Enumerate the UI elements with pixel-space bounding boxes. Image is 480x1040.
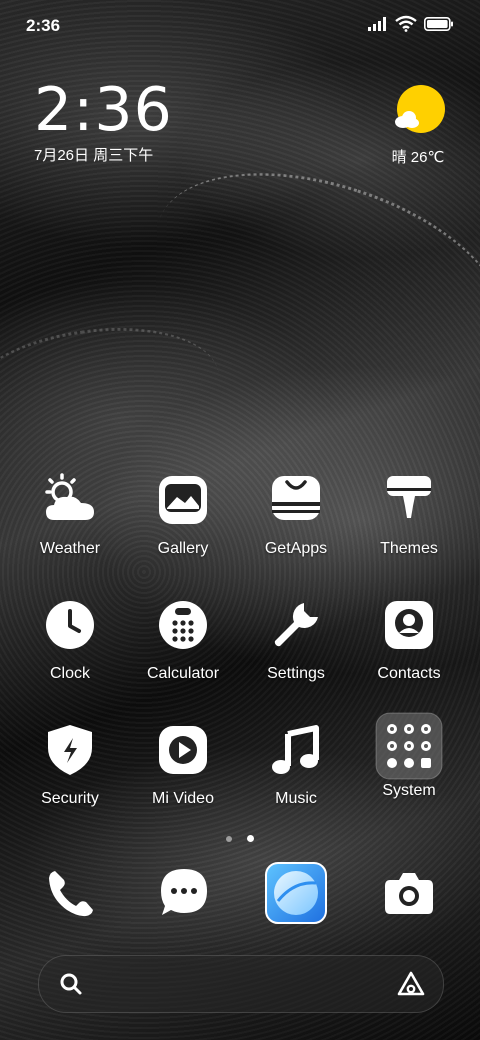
app-label: Weather: [39, 540, 101, 557]
widget-time: 2:36: [34, 75, 173, 145]
battery-icon: [424, 17, 453, 31]
browser-icon: [265, 862, 327, 924]
search-icon[interactable]: [59, 972, 83, 996]
page-indicator[interactable]: [0, 829, 480, 847]
app-label: Security: [41, 790, 99, 807]
app-label: Contacts: [377, 665, 441, 682]
dock-messages[interactable]: [153, 862, 215, 924]
app-label: Music: [275, 790, 317, 807]
assistant-icon[interactable]: [397, 971, 425, 997]
phone-icon: [49, 871, 93, 917]
app-weather[interactable]: Weather: [15, 470, 125, 558]
mi-video-icon: [159, 726, 207, 774]
app-settings[interactable]: Settings: [241, 595, 351, 683]
app-system-folder[interactable]: System: [354, 712, 464, 800]
system-folder-icon: [375, 712, 443, 780]
dock-browser[interactable]: [264, 861, 328, 925]
app-music[interactable]: Music: [241, 720, 351, 808]
app-clock[interactable]: Clock: [15, 595, 125, 683]
clock-icon: [46, 601, 94, 649]
getapps-icon: [272, 476, 320, 520]
home-screen: 2:36 2:36 7月26日 周三下午 晴 26℃ Weather Galle…: [0, 0, 480, 1040]
camera-icon: [385, 873, 433, 914]
app-label: Calculator: [146, 665, 220, 682]
app-contacts[interactable]: Contacts: [354, 595, 464, 683]
dock-phone[interactable]: [40, 862, 102, 924]
themes-icon: [387, 476, 431, 518]
app-getapps[interactable]: GetApps: [241, 470, 351, 558]
weather-text: 晴 26℃: [391, 149, 445, 166]
clock-widget[interactable]: 2:36 7月26日 周三下午: [34, 78, 173, 165]
app-label: GetApps: [264, 540, 328, 557]
app-label: Clock: [49, 665, 90, 682]
page-dot-1[interactable]: [226, 836, 233, 842]
messages-icon: [161, 869, 207, 915]
wrench-icon: [274, 603, 318, 647]
app-gallery[interactable]: Gallery: [128, 470, 238, 558]
wifi-icon: [395, 15, 417, 32]
app-themes[interactable]: Themes: [354, 470, 464, 558]
cellular-signal-icon: [368, 17, 386, 31]
app-label: Themes: [380, 540, 438, 557]
music-note-icon: [272, 725, 319, 774]
sunny-weather-icon: [395, 85, 445, 133]
app-label: Settings: [267, 665, 325, 682]
status-time: 2:36: [26, 16, 61, 35]
status-bar: 2:36: [0, 0, 480, 50]
gallery-icon: [159, 476, 207, 524]
dock-camera[interactable]: [378, 862, 440, 924]
app-label: Gallery: [157, 540, 209, 557]
app-security[interactable]: Security: [15, 720, 125, 808]
calculator-icon: [159, 601, 207, 649]
widget-date: 7月26日 周三下午: [34, 147, 154, 164]
security-shield-icon: [48, 725, 92, 775]
app-calculator[interactable]: Calculator: [128, 595, 238, 683]
page-dot-2-active[interactable]: [246, 835, 254, 842]
app-mi-video[interactable]: Mi Video: [128, 720, 238, 808]
app-label: Mi Video: [152, 790, 214, 807]
weather-icon: [45, 473, 94, 520]
weather-widget[interactable]: 晴 26℃: [382, 84, 454, 167]
app-label: System: [382, 782, 436, 799]
search-bar[interactable]: [38, 955, 444, 1013]
contacts-icon: [385, 601, 433, 649]
